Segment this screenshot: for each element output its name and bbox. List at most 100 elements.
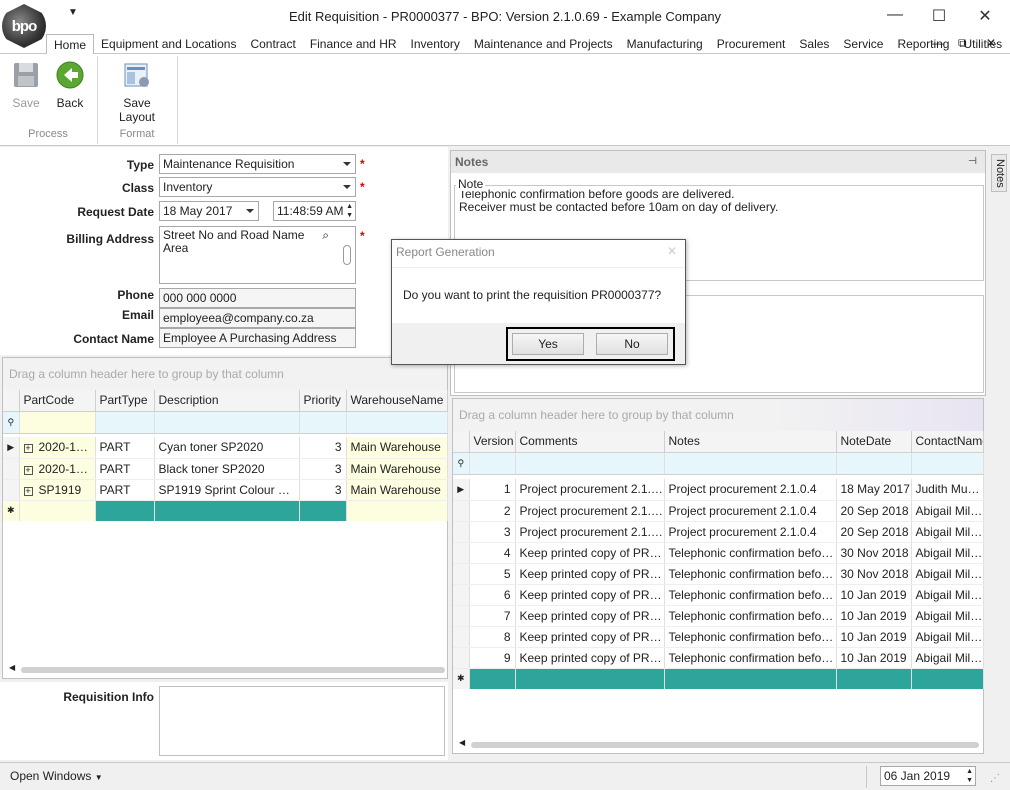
col-priority[interactable]: Priority — [299, 390, 347, 412]
version-cell[interactable]: 3 — [469, 521, 516, 543]
table-row[interactable]: 6 Keep printed copy of PR wi... Telephonic… — [453, 584, 984, 606]
notes-cell[interactable]: Project procurement 2.1.0.4 — [664, 479, 837, 501]
request-date-picker[interactable]: 18 May 2017 — [159, 201, 259, 221]
new-cell[interactable] — [19, 500, 96, 521]
filter-cell[interactable] — [299, 411, 347, 434]
col-parttype[interactable]: PartType — [95, 390, 155, 412]
comments-cell[interactable]: Keep printed copy of PR wi... — [515, 626, 665, 648]
resize-grip-icon[interactable]: ⋰ — [990, 773, 1000, 784]
open-windows-button[interactable]: Open Windows ▼ — [10, 769, 103, 783]
description-cell[interactable]: Cyan toner SP2020 — [154, 437, 300, 459]
priority-cell[interactable]: 3 — [299, 458, 347, 480]
tab-procurement[interactable]: Procurement — [710, 34, 793, 54]
notes-cell[interactable]: Telephonic confirmation before ... — [664, 605, 837, 627]
table-row[interactable]: + SP1919 PART SP1919 Sprint Colour MFC 3 … — [3, 479, 448, 501]
col-notedate[interactable]: NoteDate — [836, 431, 912, 453]
scroll-left-icon[interactable]: ◀ — [9, 663, 15, 672]
dialog-close-button[interactable]: ✕ — [667, 244, 677, 258]
comments-cell[interactable]: Keep printed copy of PR wi... — [515, 542, 665, 564]
col-notes[interactable]: Notes — [664, 431, 837, 453]
version-cell[interactable]: 1 — [469, 479, 516, 501]
parttype-cell[interactable]: PART — [95, 458, 155, 480]
comments-cell[interactable]: Project procurement 2.1.0.4 — [515, 500, 665, 522]
parttype-cell[interactable]: PART — [95, 437, 155, 459]
notes-cell[interactable]: Telephonic confirmation before ... — [664, 584, 837, 606]
new-cell[interactable] — [154, 500, 300, 521]
table-row[interactable]: +2020-147K PART Black toner SP2020 3 Mai… — [3, 458, 448, 480]
scroll-left-icon[interactable]: ◀ — [459, 738, 465, 747]
notedate-cell[interactable]: 10 Jan 2019 — [836, 647, 912, 669]
contactname-cell[interactable]: Abigail Milne — [911, 500, 984, 522]
notedate-cell[interactable]: 10 Jan 2019 — [836, 605, 912, 627]
contactname-cell[interactable]: Abigail Milne — [911, 647, 984, 669]
contactname-cell[interactable]: Abigail Milne — [911, 605, 984, 627]
notes-cell[interactable]: Project procurement 2.1.0.4 — [664, 500, 837, 522]
new-cell[interactable] — [299, 500, 347, 521]
version-cell[interactable]: 6 — [469, 584, 516, 606]
table-row[interactable]: 8 Keep printed copy of PR wi... Telephonic… — [453, 626, 984, 648]
filter-cell[interactable] — [19, 411, 96, 434]
warehouse-cell[interactable]: Main Warehouse — [346, 437, 448, 459]
new-row[interactable]: ✱ — [453, 668, 984, 689]
type-dropdown[interactable]: Maintenance Requisition — [159, 154, 356, 174]
new-cell[interactable] — [95, 500, 155, 521]
notes-cell[interactable]: Telephonic confirmation before ... — [664, 647, 837, 669]
filter-cell[interactable] — [515, 452, 665, 475]
notes-cell[interactable]: Telephonic confirmation before ... — [664, 542, 837, 564]
horizontal-scrollbar[interactable] — [21, 667, 445, 673]
notes-cell[interactable]: Project procurement 2.1.0.4 — [664, 521, 837, 543]
notedate-cell[interactable]: 10 Jan 2019 — [836, 584, 912, 606]
filter-cell[interactable] — [346, 411, 448, 434]
version-cell[interactable]: 4 — [469, 542, 516, 564]
filter-row[interactable]: ⚲ — [453, 452, 984, 475]
scrollbar-thumb[interactable] — [343, 245, 351, 265]
version-cell[interactable]: 9 — [469, 647, 516, 669]
filter-cell[interactable] — [911, 452, 984, 475]
priority-cell[interactable]: 3 — [299, 437, 347, 459]
tab-manufacturing[interactable]: Manufacturing — [620, 34, 710, 54]
mdi-minimize-button[interactable]: — — [932, 36, 944, 50]
contact-name-field[interactable]: Employee A Purchasing Address — [159, 328, 356, 348]
save-layout-button[interactable]: Save Layout — [104, 60, 170, 124]
parttype-cell[interactable]: PART — [95, 479, 155, 501]
table-row[interactable]: 7 Keep printed copy of PR wi... Telephonic… — [453, 605, 984, 627]
spin-arrows-icon[interactable]: ▲ ▼ — [966, 767, 973, 785]
contactname-cell[interactable]: Abigail Milne — [911, 563, 984, 585]
comments-cell[interactable]: Project procurement 2.1.0.4 — [515, 521, 665, 543]
tab-inventory[interactable]: Inventory — [404, 34, 467, 54]
description-cell[interactable]: SP1919 Sprint Colour MFC — [154, 479, 300, 501]
minimize-button[interactable]: — — [880, 6, 910, 28]
phone-field[interactable]: 000 000 0000 — [159, 288, 356, 308]
table-row[interactable]: 4 Keep printed copy of PR wi... Telephonic… — [453, 542, 984, 564]
contactname-cell[interactable]: Abigail Milne — [911, 626, 984, 648]
pin-icon[interactable]: ⊣ — [968, 151, 977, 173]
notes-cell[interactable]: Telephonic confirmation before ... — [664, 626, 837, 648]
col-warehousename[interactable]: WarehouseName — [346, 390, 448, 412]
new-cell[interactable] — [836, 668, 912, 689]
new-cell[interactable] — [515, 668, 665, 689]
tab-maintenance-and-projects[interactable]: Maintenance and Projects — [467, 34, 620, 54]
billing-address-field[interactable]: Street No and Road Name Area ⌕ — [159, 226, 356, 284]
request-time-spinner[interactable]: 11:48:59 AM ▲ ▼ — [273, 201, 356, 221]
search-icon[interactable]: ⌕ — [322, 229, 329, 242]
priority-cell[interactable]: 3 — [299, 479, 347, 501]
version-cell[interactable]: 8 — [469, 626, 516, 648]
notes-cell[interactable]: Telephonic confirmation before ... — [664, 563, 837, 585]
expand-icon[interactable]: + — [23, 486, 33, 496]
filter-cell[interactable] — [664, 452, 837, 475]
tab-service[interactable]: Service — [836, 34, 890, 54]
expand-icon[interactable]: + — [23, 465, 33, 475]
notedate-cell[interactable]: 10 Jan 2019 — [836, 626, 912, 648]
partcode-cell[interactable]: +2020-147C — [19, 437, 96, 459]
filter-cell[interactable] — [154, 411, 300, 434]
notedate-cell[interactable]: 20 Sep 2018 — [836, 500, 912, 522]
partcode-cell[interactable]: +2020-147K — [19, 458, 96, 480]
filter-row[interactable]: ⚲ — [3, 411, 448, 434]
new-cell[interactable] — [911, 668, 984, 689]
version-cell[interactable]: 2 — [469, 500, 516, 522]
mdi-restore-button[interactable]: ⧉ — [958, 36, 967, 51]
partcode-cell[interactable]: + SP1919 — [19, 479, 96, 501]
version-cell[interactable]: 7 — [469, 605, 516, 627]
table-row[interactable]: 5 Keep printed copy of PR wi... Telephonic… — [453, 563, 984, 585]
filter-cell[interactable] — [469, 452, 516, 475]
